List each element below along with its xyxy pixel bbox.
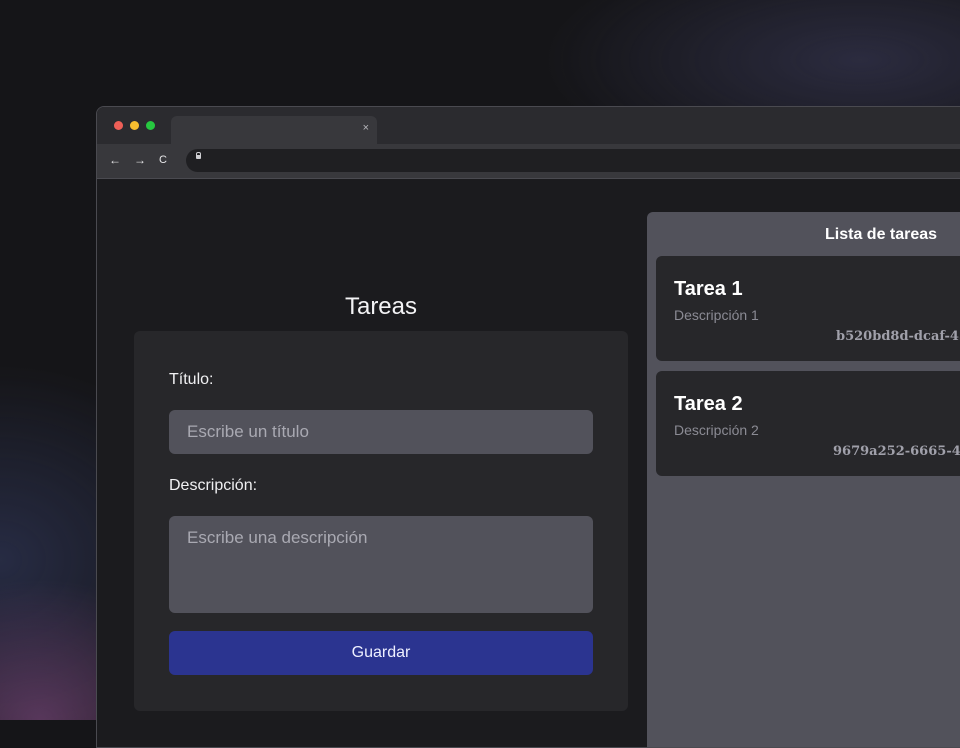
back-arrow-icon[interactable]: ← <box>109 153 121 167</box>
tab-close-icon[interactable]: × <box>363 122 369 134</box>
task-list-title: Lista de tareas <box>825 226 938 243</box>
description-label: Descripción: <box>169 477 258 494</box>
task-description: Descripción 1 <box>674 307 759 323</box>
page-title: Tareas <box>344 293 418 320</box>
browser-tab[interactable]: × <box>171 116 377 144</box>
task-title: Tarea 2 <box>674 393 743 415</box>
minimize-window-button[interactable] <box>130 121 139 130</box>
tab-bar: × <box>97 107 960 144</box>
title-label: Título: <box>169 371 214 388</box>
task-description: Descripción 2 <box>674 422 759 438</box>
save-button[interactable]: Guardar <box>169 631 593 675</box>
task-form: Título: Descripción: Guardar <box>134 331 628 711</box>
task-card[interactable]: Tarea 2 Descripción 2 9679a252-6665-491a <box>656 371 960 476</box>
maximize-window-button[interactable] <box>146 121 155 130</box>
navigation-bar: ← → C <box>97 144 960 179</box>
reload-icon[interactable]: C <box>159 153 167 167</box>
title-input[interactable] <box>169 410 593 454</box>
task-title: Tarea 1 <box>674 278 743 300</box>
forward-arrow-icon[interactable]: → <box>134 153 146 167</box>
task-id: 9679a252-6665-491a <box>833 444 960 459</box>
task-id: b520bd8d-dcaf-453 <box>836 329 960 344</box>
page-content: Tareas Título: Descripción: Guardar List… <box>97 179 960 747</box>
close-window-button[interactable] <box>114 121 123 130</box>
description-input[interactable] <box>169 516 593 613</box>
address-bar[interactable] <box>186 149 960 172</box>
task-list-panel: Lista de tareas Tarea 1 Descripción 1 b5… <box>647 212 960 747</box>
browser-window: × ← → C Tareas Título: Descripción: Guar… <box>96 106 960 748</box>
lock-icon <box>196 152 201 159</box>
task-card[interactable]: Tarea 1 Descripción 1 b520bd8d-dcaf-453 <box>656 256 960 361</box>
